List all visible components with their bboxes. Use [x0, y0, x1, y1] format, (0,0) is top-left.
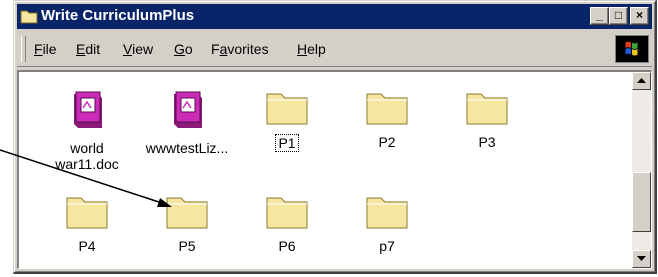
- pointer-arrow: [0, 149, 172, 207]
